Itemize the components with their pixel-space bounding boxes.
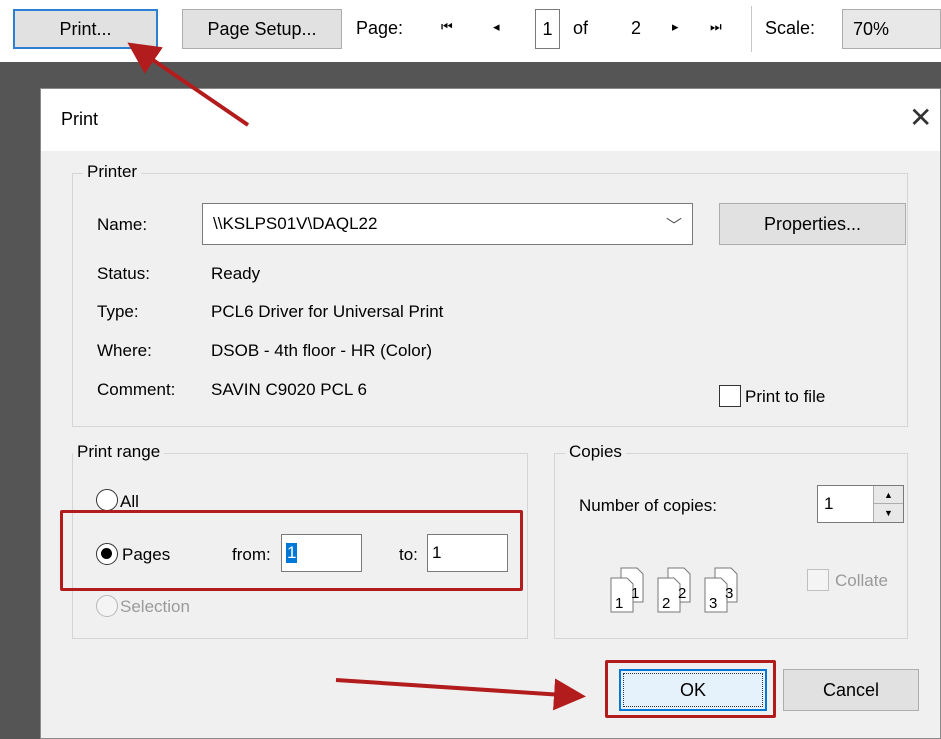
pages-range-highlight [60, 510, 523, 591]
where-value: DSOB - 4th floor - HR (Color) [211, 341, 433, 360]
collate-illustration-icon: 11 22 33 [610, 567, 738, 613]
comment-label: Comment: [97, 380, 176, 399]
total-pages: 2 [631, 18, 642, 38]
all-radio[interactable] [96, 489, 118, 511]
selection-radio [96, 595, 118, 617]
collate-pages-1-icon: 11 [610, 567, 644, 613]
copies-spinner[interactable]: 1 ▲ ▼ [817, 485, 904, 523]
print-to-file-checkbox[interactable] [719, 385, 741, 407]
svg-text:2: 2 [662, 595, 670, 612]
copies-group-label: Copies [565, 442, 626, 462]
svg-text:1: 1 [631, 585, 639, 602]
collate-pages-2-icon: 22 [657, 567, 691, 613]
print-button-label: Print... [59, 18, 112, 39]
next-page-icon[interactable]: ▸ [672, 19, 679, 35]
toolbar-divider [751, 6, 752, 52]
chevron-down-icon: ﹀ [665, 218, 682, 235]
type-label: Type: [97, 302, 139, 321]
prev-page-icon[interactable]: ◂ [493, 19, 500, 35]
collate-label: Collate [835, 571, 888, 590]
all-label: All [120, 492, 139, 511]
page-label: Page: [356, 18, 404, 38]
cancel-button[interactable]: Cancel [783, 669, 919, 711]
scale-select[interactable]: 70% [842, 9, 941, 49]
svg-text:1: 1 [615, 595, 623, 612]
number-of-copies-label: Number of copies: [579, 496, 717, 515]
last-page-icon[interactable]: ⏭ [710, 19, 722, 35]
collate-pages-3-icon: 33 [704, 567, 738, 613]
comment-value: SAVIN C9020 PCL 6 [211, 380, 367, 399]
of-label: of [573, 18, 589, 38]
selection-label: Selection [120, 597, 190, 616]
copies-spin-buttons: ▲ ▼ [873, 486, 903, 522]
where-label: Where: [97, 341, 152, 360]
page-setup-button[interactable]: Page Setup... [182, 9, 342, 49]
svg-text:3: 3 [725, 585, 733, 602]
properties-button-label: Properties... [763, 213, 862, 234]
dialog-title: Print [61, 109, 99, 129]
print-to-file-label: Print to file [745, 387, 826, 406]
type-value: PCL6 Driver for Universal Print [211, 302, 444, 321]
spin-up-icon[interactable]: ▲ [874, 486, 903, 504]
printer-name-select[interactable]: \\KSLPS01V\DAQL22 ﹀ [202, 203, 693, 245]
svg-text:2: 2 [678, 585, 686, 602]
spin-down-icon[interactable]: ▼ [874, 504, 903, 522]
page-setup-button-label: Page Setup... [207, 18, 317, 39]
ok-button-highlight [605, 660, 776, 718]
status-label: Status: [97, 264, 150, 283]
current-page-input[interactable]: 1 [535, 9, 560, 49]
scale-value: 70% [853, 18, 890, 39]
print-dialog: Print ✕ Printer Name: \\KSLPS01V\DAQL22 … [40, 88, 941, 739]
copies-value: 1 [824, 494, 834, 513]
current-page-value: 1 [542, 18, 553, 39]
dialog-titlebar: Print ✕ [41, 89, 940, 151]
print-button[interactable]: Print... [13, 9, 158, 49]
close-icon[interactable]: ✕ [909, 101, 932, 134]
name-label: Name: [97, 215, 148, 234]
scale-label: Scale: [765, 18, 816, 38]
status-value: Ready [211, 264, 261, 283]
printer-group-label: Printer [83, 162, 142, 182]
first-page-icon[interactable]: ⏮ [441, 19, 453, 35]
svg-text:3: 3 [709, 595, 717, 612]
cancel-button-label: Cancel [822, 679, 880, 700]
collate-checkbox [807, 569, 829, 591]
properties-button[interactable]: Properties... [719, 203, 906, 245]
print-range-group-label: Print range [73, 442, 165, 462]
printer-name-value: \\KSLPS01V\DAQL22 [213, 214, 378, 233]
print-preview-toolbar: Print... Page Setup... Page: ⏮ ◂ 1 of 2 … [0, 0, 941, 62]
